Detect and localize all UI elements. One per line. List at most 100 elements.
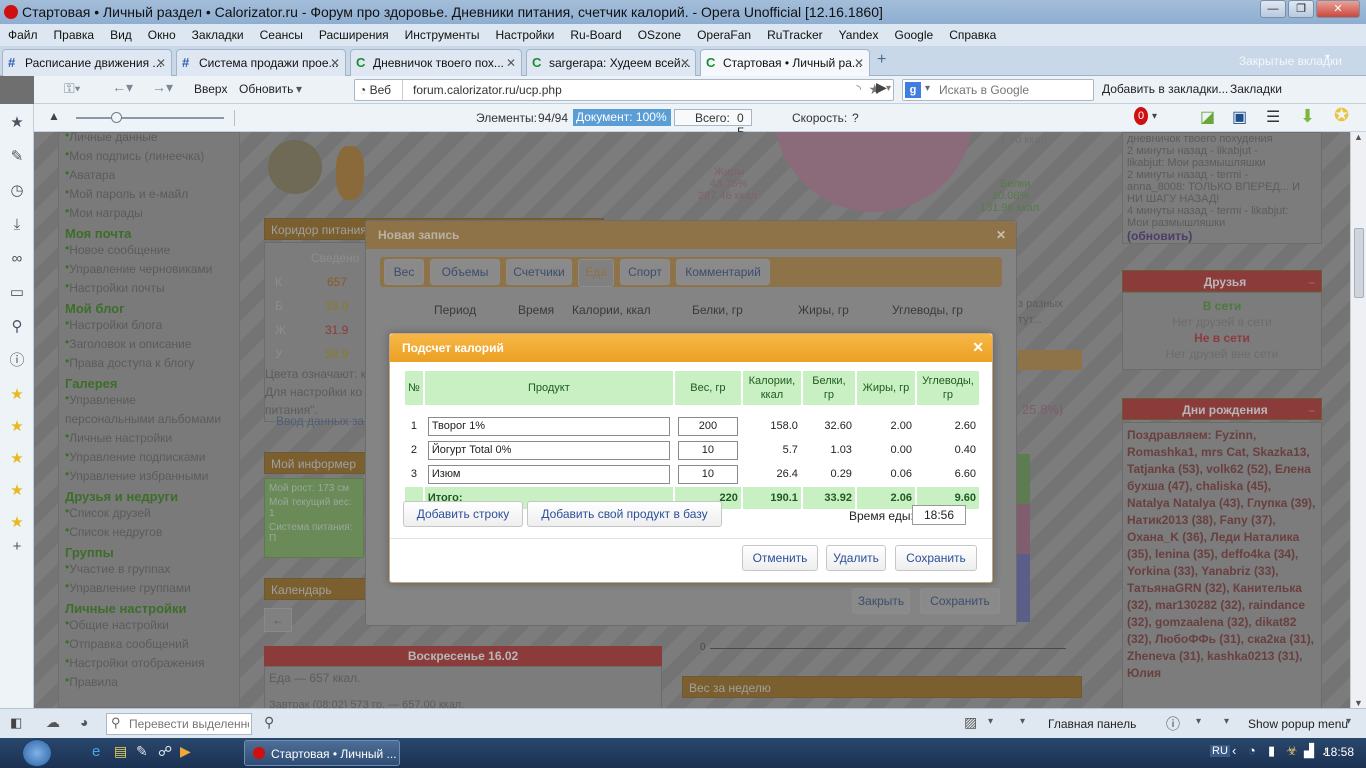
notes-icon[interactable]: ✎ bbox=[8, 148, 26, 166]
favorite-star-icon[interactable]: ★ bbox=[8, 450, 26, 468]
close-icon[interactable]: ✕ bbox=[972, 339, 984, 356]
up-button[interactable]: Вверх bbox=[194, 82, 227, 96]
tab-close-icon[interactable]: ✕ bbox=[156, 50, 166, 76]
left-menu-item[interactable]: Настройки блога bbox=[69, 316, 162, 335]
left-menu-item[interactable]: Список друзей bbox=[69, 504, 151, 523]
tab-diary[interactable]: C Дневничок твоего пох... ✕ bbox=[350, 49, 522, 76]
weight-input[interactable]: 10 bbox=[677, 440, 738, 460]
left-menu-item[interactable]: Личные настройки bbox=[69, 429, 172, 448]
data-entry-link[interactable]: Ввод данных за bbox=[276, 414, 364, 428]
chevron-down-icon[interactable]: ▾ bbox=[296, 82, 302, 96]
left-menu-item[interactable]: Отправка сообщений bbox=[69, 635, 188, 654]
bookmarks-star-icon[interactable]: ★ bbox=[8, 114, 26, 132]
calendar-prev-button[interactable]: ← bbox=[264, 608, 292, 632]
menu-item[interactable]: Сеансы bbox=[252, 28, 311, 42]
scrollbar-thumb[interactable] bbox=[1354, 228, 1364, 298]
chevron-down-icon[interactable]: ▾ bbox=[1152, 111, 1157, 122]
left-menu-item[interactable]: Управление избранными bbox=[69, 467, 208, 486]
left-menu-item[interactable]: Управление черновиками bbox=[69, 260, 212, 279]
left-menu-item[interactable]: Мой пароль и e-майл bbox=[69, 185, 188, 204]
downloads-icon[interactable]: ⤓ bbox=[8, 216, 26, 234]
collapse-icon[interactable]: – bbox=[1308, 271, 1315, 293]
tab-weight[interactable]: Вес bbox=[384, 259, 424, 285]
left-menu-item[interactable]: Настройки почты bbox=[69, 279, 164, 298]
left-menu-item[interactable]: Аватара bbox=[69, 166, 115, 185]
key-icon[interactable]: ⚿▾ bbox=[64, 80, 81, 97]
meal-time-input[interactable]: 18:56 bbox=[912, 505, 966, 525]
links-icon[interactable]: ∞ bbox=[8, 250, 26, 268]
app-icon[interactable]: ☍ bbox=[158, 743, 172, 760]
speed-dial-icon[interactable]: ◕ bbox=[80, 714, 88, 730]
left-menu-item[interactable]: Управление группами bbox=[69, 579, 191, 598]
close-icon[interactable]: ✕ bbox=[996, 221, 1006, 249]
minimize-button[interactable]: — bbox=[1260, 0, 1286, 18]
tab-food-active[interactable]: Еда bbox=[578, 259, 614, 287]
left-menu-item[interactable]: Настройки отображения bbox=[69, 654, 204, 673]
forward-icon[interactable]: →▾ bbox=[152, 79, 173, 96]
left-menu-section-title[interactable]: Друзья и недруги bbox=[65, 489, 178, 504]
media-player-icon[interactable]: ▶ bbox=[180, 743, 191, 760]
app-icon[interactable]: ✎ bbox=[136, 743, 148, 760]
scroll-up-icon[interactable]: ▲ bbox=[48, 109, 60, 123]
cloud-icon[interactable]: ☁ bbox=[46, 714, 60, 731]
search-icon[interactable]: ⚲ bbox=[264, 714, 274, 731]
explorer-icon[interactable]: ▤ bbox=[114, 743, 127, 760]
menu-item[interactable]: Настройки bbox=[488, 28, 563, 42]
chevron-down-icon[interactable]: ▾ bbox=[1196, 716, 1201, 727]
left-menu-item[interactable]: Список недругов bbox=[69, 523, 162, 542]
menu-item[interactable]: Инструменты bbox=[397, 28, 488, 42]
delete-button[interactable]: Удалить bbox=[826, 545, 886, 571]
left-menu-item[interactable]: Общие настройки bbox=[69, 616, 169, 635]
favorite-star-icon[interactable]: ★ bbox=[8, 386, 26, 404]
tray-arrow-icon[interactable]: ‹ bbox=[1232, 743, 1236, 758]
menu-item[interactable]: Закладки bbox=[184, 28, 252, 42]
translate-input[interactable] bbox=[129, 716, 249, 732]
left-menu-item[interactable]: Моя подпись (линеечка) bbox=[69, 147, 204, 166]
tray-app-icon[interactable]: ☣ bbox=[1286, 743, 1298, 759]
chevron-down-icon[interactable]: ▾ bbox=[1346, 716, 1351, 727]
menu-item[interactable]: OSzone bbox=[630, 28, 689, 42]
menu-item[interactable]: Правка bbox=[46, 28, 103, 42]
menu-item[interactable]: Окно bbox=[140, 28, 184, 42]
maximize-button[interactable]: ❐ bbox=[1288, 0, 1314, 18]
save-button[interactable]: Сохранить bbox=[895, 545, 977, 571]
tab-start-active[interactable]: C Стартовая • Личный ра... ✕ bbox=[700, 49, 870, 76]
search-field[interactable]: g ▾ bbox=[902, 79, 1094, 101]
panel-toggle-icon[interactable]: ◧ bbox=[10, 715, 22, 731]
left-menu-section-title[interactable]: Галерея bbox=[65, 376, 118, 391]
translate-field[interactable]: ⚲ bbox=[106, 713, 252, 735]
left-menu-item[interactable]: Управление bbox=[69, 391, 136, 410]
left-menu-item[interactable]: персональными альбомами bbox=[65, 410, 221, 429]
popup-menu-label[interactable]: Show popup menu bbox=[1248, 717, 1348, 731]
search-input[interactable] bbox=[939, 81, 1089, 99]
signal-icon[interactable]: ▟ bbox=[1304, 743, 1314, 759]
feed-refresh-link[interactable]: (обновить) bbox=[1127, 229, 1317, 243]
menu-item[interactable]: Файл bbox=[0, 28, 46, 42]
chevron-down-icon[interactable]: ▾ bbox=[1020, 716, 1025, 727]
tab-counters[interactable]: Счетчики bbox=[506, 259, 572, 285]
tab-close-icon[interactable]: ✕ bbox=[330, 50, 340, 76]
scroll-down-arrow-icon[interactable]: ▼ bbox=[1354, 698, 1363, 708]
save-entry-button[interactable]: Сохранить bbox=[920, 588, 1000, 614]
menu-item[interactable]: Расширения bbox=[311, 28, 397, 42]
back-icon[interactable]: ←▾ bbox=[112, 79, 133, 96]
left-menu-section-title[interactable]: Моя почта bbox=[65, 226, 131, 241]
left-menu-section-title[interactable]: Мой блог bbox=[65, 301, 125, 316]
close-window-button[interactable]: ✕ bbox=[1316, 0, 1360, 18]
language-indicator[interactable]: RU bbox=[1210, 745, 1230, 757]
add-row-button[interactable]: Добавить строку bbox=[403, 501, 523, 527]
product-input[interactable]: Творог 1% bbox=[427, 416, 670, 436]
weight-input[interactable]: 10 bbox=[677, 464, 738, 484]
menu-item[interactable]: Yandex bbox=[831, 28, 887, 42]
left-menu-item[interactable]: Мои награды bbox=[69, 204, 143, 223]
favorite-star-icon[interactable]: ★ bbox=[8, 514, 26, 532]
bookmarks-button[interactable]: Закладки bbox=[1230, 82, 1282, 96]
tab-volumes[interactable]: Объемы bbox=[430, 259, 500, 285]
menu-item[interactable]: OperaFan bbox=[689, 28, 759, 42]
info-icon[interactable]: ⓘ bbox=[1166, 714, 1180, 734]
menu-item[interactable]: Вид bbox=[102, 28, 140, 42]
tab-schedule[interactable]: # Расписание движения ... ✕ bbox=[2, 49, 172, 76]
extension-icon[interactable]: ☰ bbox=[1266, 107, 1280, 127]
product-input[interactable]: Изюм bbox=[427, 464, 670, 484]
menu-item[interactable]: RuTracker bbox=[759, 28, 831, 42]
